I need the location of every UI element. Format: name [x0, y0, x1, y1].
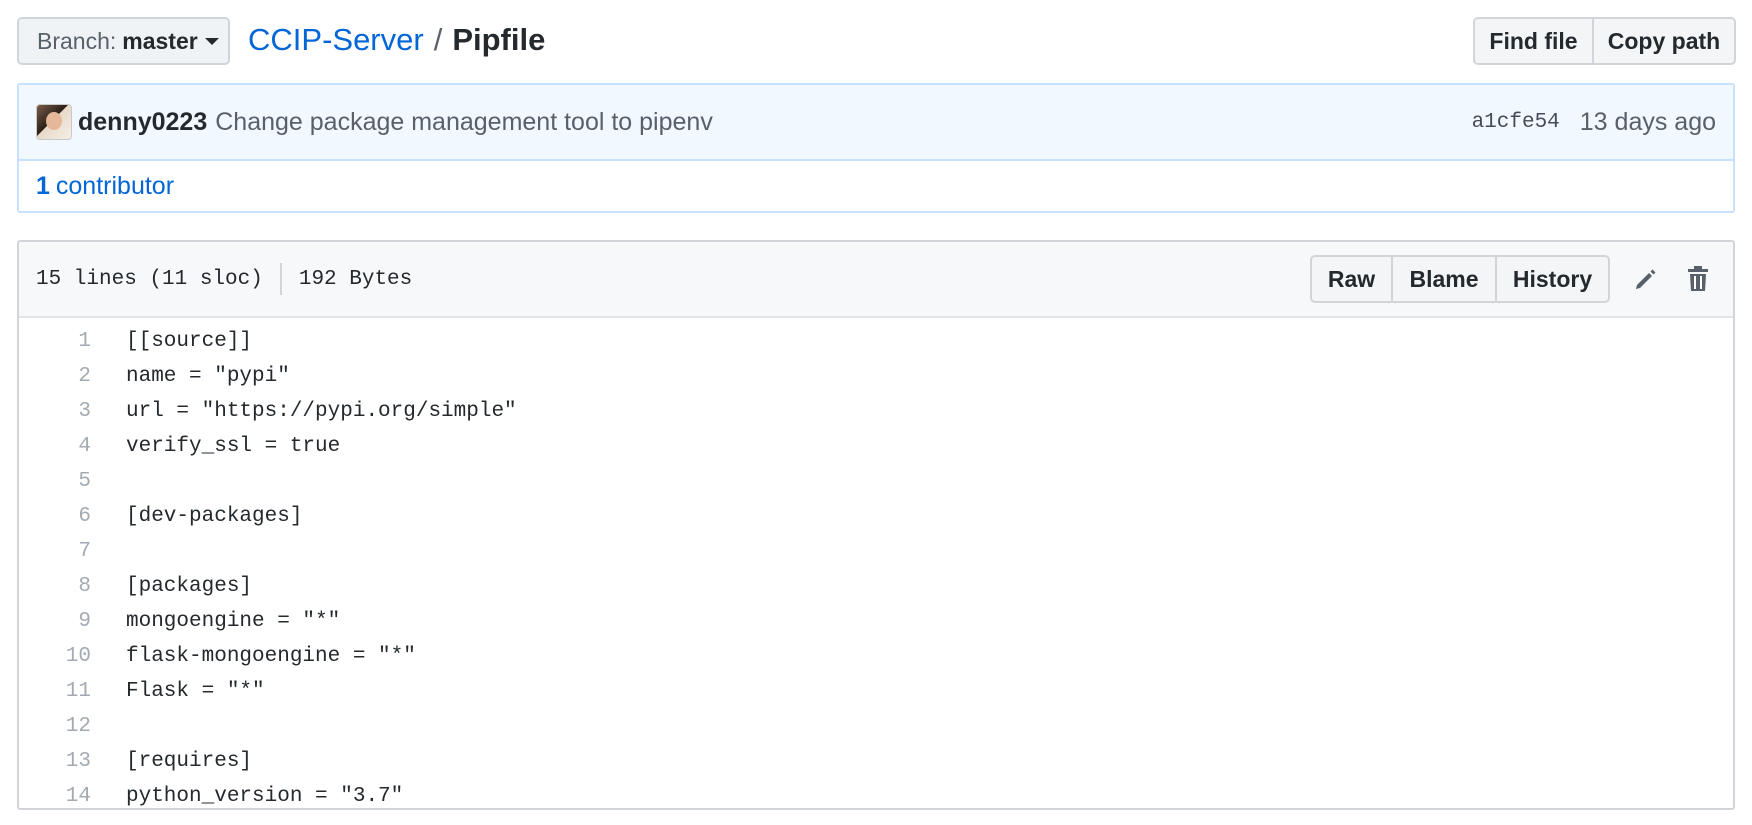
line-content: [dev-packages]: [126, 505, 303, 528]
line-content: mongoengine = "*": [126, 610, 341, 633]
line-number[interactable]: 11: [19, 680, 91, 703]
line-content: flask-mongoengine = "*": [126, 645, 416, 668]
file-header: 15 lines (11 sloc) 192 Bytes Raw Blame H…: [19, 242, 1733, 318]
contributors-count: 1: [36, 171, 50, 200]
pencil-icon[interactable]: [1628, 261, 1664, 297]
line-number[interactable]: 10: [19, 645, 91, 668]
code-listing: 1 [[source]] 2 name = "pypi" 3 url = "https:/…: [19, 318, 1733, 808]
file-nav-buttons: Find file Copy path: [1473, 17, 1736, 65]
commit-meta: a1cfe54 13 days ago: [1472, 85, 1716, 159]
code-line: 8 [packages]: [19, 569, 1733, 604]
file-info-divider: [279, 263, 282, 295]
branch-name: master: [122, 27, 198, 54]
copy-path-button[interactable]: Copy path: [1594, 17, 1736, 65]
contributors-link[interactable]: 1 contributor: [19, 161, 1733, 211]
code-line: 11 Flask = "*": [19, 674, 1733, 709]
code-line: 6 [dev-packages]: [19, 499, 1733, 534]
trash-icon[interactable]: [1680, 261, 1716, 297]
file-action-buttons: Raw Blame History: [1310, 255, 1610, 303]
line-number[interactable]: 9: [19, 610, 91, 633]
caret-down-icon: [204, 37, 219, 45]
file-actions: Raw Blame History: [1310, 255, 1716, 303]
line-number[interactable]: 3: [19, 400, 91, 423]
commit-sha[interactable]: a1cfe54: [1472, 111, 1560, 134]
code-line: 3 url = "https://pypi.org/simple": [19, 394, 1733, 429]
code-line: 14 python_version = "3.7": [19, 779, 1733, 808]
code-line: 5: [19, 464, 1733, 499]
code-line: 7: [19, 534, 1733, 569]
latest-commit: denny0223 Change package management tool…: [19, 85, 1733, 161]
line-number[interactable]: 8: [19, 575, 91, 598]
raw-button[interactable]: Raw: [1310, 255, 1393, 303]
code-line: 1 [[source]]: [19, 324, 1733, 359]
line-number[interactable]: 2: [19, 365, 91, 388]
line-content: [[source]]: [126, 330, 253, 353]
line-content: Flask = "*": [126, 680, 265, 703]
line-number[interactable]: 6: [19, 505, 91, 528]
commit-tease: denny0223 Change package management tool…: [17, 83, 1735, 213]
branch-select-button[interactable]: Branch: master: [17, 17, 230, 65]
find-file-button[interactable]: Find file: [1473, 17, 1594, 65]
code-line: 10 flask-mongoengine = "*": [19, 639, 1733, 674]
line-content: url = "https://pypi.org/simple": [126, 400, 517, 423]
line-number[interactable]: 5: [19, 470, 91, 493]
code-line: 2 name = "pypi": [19, 359, 1733, 394]
line-number[interactable]: 13: [19, 750, 91, 773]
commit-age: 13 days ago: [1579, 107, 1716, 136]
line-content: name = "pypi": [126, 365, 290, 388]
line-content: python_version = "3.7": [126, 785, 404, 808]
line-number[interactable]: 14: [19, 785, 91, 808]
code-line: 9 mongoengine = "*": [19, 604, 1733, 639]
repo-link[interactable]: CCIP-Server: [248, 22, 424, 58]
line-number[interactable]: 12: [19, 715, 91, 738]
line-content: [packages]: [126, 575, 253, 598]
line-content: verify_ssl = true: [126, 435, 341, 458]
commit-author[interactable]: denny0223: [78, 108, 207, 137]
file-lines-info: 15 lines (11 sloc): [36, 267, 263, 291]
blame-button[interactable]: Blame: [1393, 255, 1497, 303]
file-info: 15 lines (11 sloc) 192 Bytes: [36, 263, 412, 295]
code-line: 13 [requires]: [19, 744, 1733, 779]
file-viewer: 15 lines (11 sloc) 192 Bytes Raw Blame H…: [17, 240, 1735, 810]
breadcrumb-separator: /: [433, 22, 443, 57]
contributors-label: contributor: [55, 171, 175, 200]
breadcrumb: CCIP-Server / Pipfile: [248, 20, 545, 60]
line-number[interactable]: 4: [19, 435, 91, 458]
file-name: Pipfile: [452, 22, 546, 57]
commit-message[interactable]: Change package management tool to pipenv: [215, 108, 713, 137]
avatar[interactable]: [36, 104, 72, 140]
code-line: 12: [19, 709, 1733, 744]
line-number[interactable]: 1: [19, 330, 91, 353]
history-button[interactable]: History: [1497, 255, 1610, 303]
code-line: 4 verify_ssl = true: [19, 429, 1733, 464]
line-number[interactable]: 7: [19, 540, 91, 563]
file-size: 192 Bytes: [298, 267, 413, 291]
line-content: [requires]: [126, 750, 253, 773]
branch-label: Branch:: [37, 27, 117, 54]
